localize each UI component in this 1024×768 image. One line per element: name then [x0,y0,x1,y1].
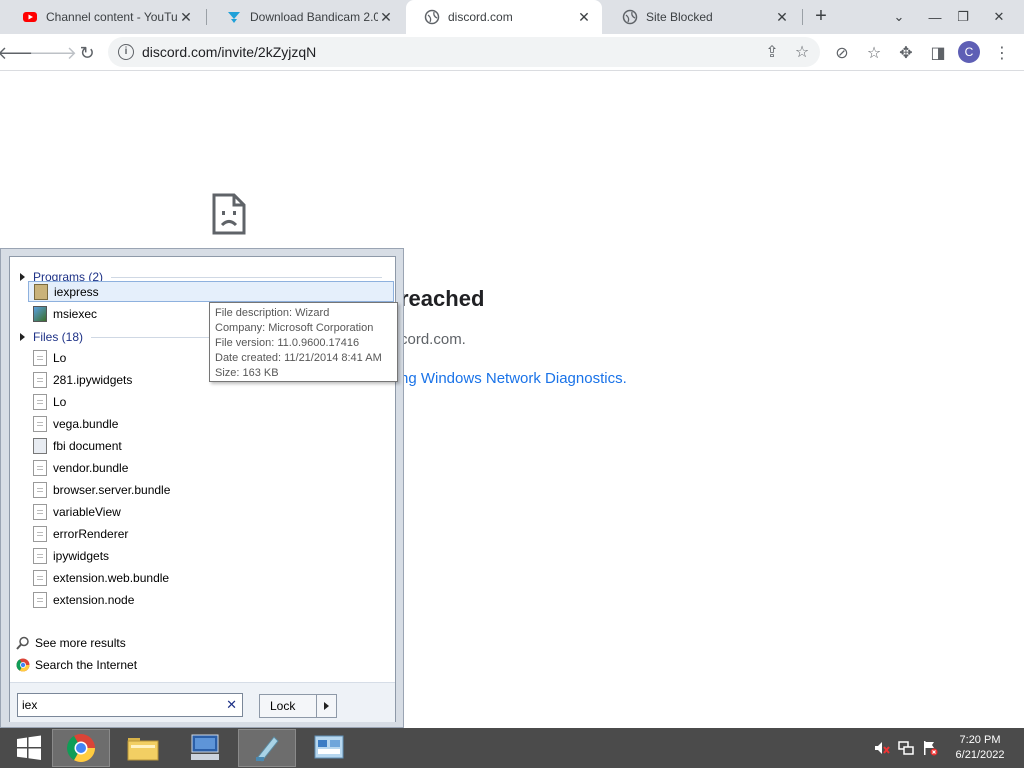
profile-avatar[interactable]: C [958,41,980,63]
file-item[interactable]: Lo [28,391,394,412]
tab-separator [802,9,803,25]
taskbar-file-explorer[interactable] [114,729,172,767]
file-info-tooltip: File description: Wizard Company: Micros… [209,302,398,382]
document-icon [33,569,47,586]
start-menu-footer: iex ✕ Lock [10,682,395,722]
menu-kebab-icon[interactable]: ⋮ [990,41,1014,65]
youtube-icon [23,12,37,22]
document-icon [33,591,47,608]
msiexec-icon [33,305,47,322]
iexpress-icon [34,283,48,300]
clear-search-icon[interactable]: ✕ [226,694,237,716]
close-icon[interactable]: ✕ [378,9,394,25]
window-close-icon[interactable]: ✕ [982,0,1016,34]
reload-button[interactable]: ↻ [74,40,100,66]
network-icon[interactable] [898,740,914,756]
tab-title: discord.com [448,10,513,24]
taskbar-server-manager[interactable] [176,729,234,767]
tab-youtube[interactable]: Channel content - YouTube ✕ [4,0,204,34]
share-icon[interactable]: ⇪ [760,40,784,64]
tab-bandicam[interactable]: Download Bandicam 2.0 ✕ [208,0,404,34]
chrome-icon [16,658,30,672]
control-panel-icon [314,735,344,759]
browser-toolbar: 🡐 🡒 ↻ i discord.com/invite/2kZyjzqN ⇪ ☆ … [0,34,1024,71]
address-bar[interactable]: i discord.com/invite/2kZyjzqN ⇪ ☆ [108,37,820,67]
document-icon [33,481,47,498]
document-icon [33,525,47,542]
file-item[interactable]: extension.web.bundle [28,567,394,588]
star-icon[interactable]: ☆ [862,41,886,65]
close-icon[interactable]: ✕ [178,9,194,25]
bandicam-icon [228,12,240,23]
taskbar: 7:20 PM 6/21/2022 [0,728,1024,768]
wizard-icon [256,736,279,762]
file-item[interactable]: ipywidgets [28,545,394,566]
file-item[interactable]: extension.node [28,589,394,610]
file-item[interactable]: errorRenderer [28,523,394,544]
info-icon[interactable]: i [118,44,134,60]
close-icon[interactable]: ✕ [576,9,592,25]
document-icon [33,415,47,432]
error-description: cord.com. [400,331,466,348]
computer-icon [191,734,219,760]
diagnostics-link[interactable]: ng Windows Network Diagnostics. [400,370,627,387]
document-icon [33,547,47,564]
extension-sync-icon[interactable]: ⊘ [830,41,854,65]
tab-title: Channel content - YouTube [46,10,178,24]
file-item[interactable]: browser.server.bundle [28,479,394,500]
action-center-flag-icon[interactable] [922,740,938,756]
side-panel-icon[interactable]: ◨ [926,41,950,65]
lock-button[interactable]: Lock [259,694,337,718]
chrome-icon [67,734,95,762]
tab-search-icon[interactable]: ⌄ [882,0,916,34]
document-icon [33,393,47,410]
file-item[interactable]: fbi document [28,435,394,456]
url-text: discord.com/invite/2kZyjzqN [142,44,317,60]
globe-icon [622,9,638,25]
restore-icon[interactable]: ❐ [946,0,980,34]
document-icon [33,349,47,366]
program-item-iexpress[interactable]: iexpress [28,281,394,302]
system-clock[interactable]: 7:20 PM 6/21/2022 [950,733,1010,763]
globe-icon [424,9,440,25]
taskbar-control-panel[interactable] [300,729,358,767]
expand-triangle-icon [20,333,25,341]
folder-icon [127,738,159,761]
windows-logo-icon [17,735,41,760]
start-button[interactable] [0,729,58,767]
taskbar-iexpress[interactable] [238,729,296,767]
tab-title: Site Blocked [646,10,713,24]
magnifier-icon [16,636,29,650]
taskbar-chrome[interactable] [52,729,110,767]
start-search-input[interactable]: iex ✕ [17,693,243,717]
shortcut-document-icon [33,437,47,454]
tab-site-blocked[interactable]: Site Blocked ✕ [604,0,800,34]
tab-separator [206,9,207,25]
new-tab-button[interactable]: + [810,6,832,28]
search-internet-link[interactable]: Search the Internet [16,655,137,675]
tab-strip: Channel content - YouTube ✕ Download Ban… [0,0,1024,34]
sad-page-icon [212,193,246,235]
power-options-arrow-icon[interactable] [316,695,336,717]
file-item[interactable]: variableView [28,501,394,522]
document-icon [33,503,47,520]
volume-muted-icon[interactable] [874,740,890,756]
expand-triangle-icon [20,273,25,281]
forward-button[interactable]: 🡒 [29,40,77,66]
document-icon [33,459,47,476]
close-icon[interactable]: ✕ [774,9,790,25]
file-item[interactable]: vega.bundle [28,413,394,434]
document-icon [33,371,47,388]
error-title: reached [400,286,485,311]
tab-discord[interactable]: discord.com ✕ [406,0,602,34]
see-more-results-link[interactable]: See more results [16,633,126,653]
file-item[interactable]: vendor.bundle [28,457,394,478]
bookmark-star-icon[interactable]: ☆ [790,40,814,64]
tab-title: Download Bandicam 2.0 [250,10,378,24]
extensions-puzzle-icon[interactable]: ✥ [894,41,918,65]
